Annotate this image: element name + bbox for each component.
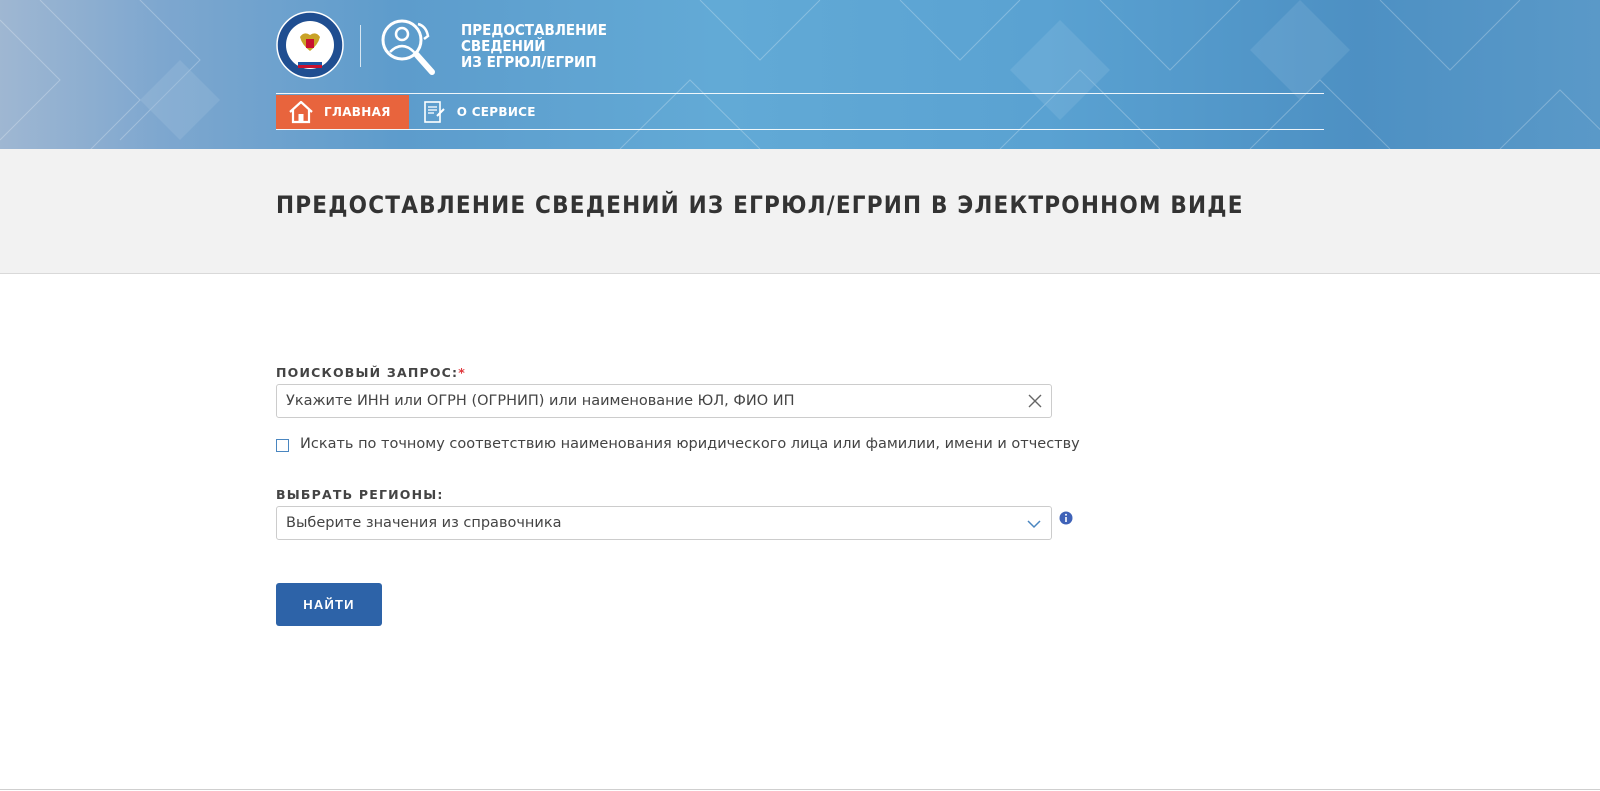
brand-line-2: СВЕДЕНИЙ bbox=[461, 37, 546, 55]
nav-top-divider bbox=[276, 93, 1324, 94]
search-input-placeholder: Укажите ИНН или ОГРН (ОГРНИП) или наимен… bbox=[286, 393, 795, 409]
home-icon bbox=[289, 100, 313, 124]
chevron-down-icon bbox=[1027, 520, 1041, 529]
nav-item-home-label: ГЛАВНАЯ bbox=[324, 105, 391, 119]
page-bottom-divider bbox=[0, 789, 1600, 790]
brand-line-1: ПРЕДОСТАВЛЕНИЕ bbox=[461, 21, 607, 39]
main-nav: ГЛАВНАЯ О СЕРВИСЕ bbox=[276, 95, 554, 129]
service-magnifier-logo[interactable] bbox=[378, 16, 438, 76]
nav-bottom-divider bbox=[276, 129, 1324, 130]
nav-item-about[interactable]: О СЕРВИСЕ bbox=[409, 95, 554, 129]
service-brand-title: ПРЕДОСТАВЛЕНИЕ СВЕДЕНИЙ ИЗ ЕГРЮЛ/ЕГРИП bbox=[461, 22, 607, 70]
page-title-bar: ПРЕДОСТАВЛЕНИЕ СВЕДЕНИЙ ИЗ ЕГРЮЛ/ЕГРИП В… bbox=[0, 149, 1600, 274]
brand-line-3: ИЗ ЕГРЮЛ/ЕГРИП bbox=[461, 53, 597, 71]
site-header: ПРЕДОСТАВЛЕНИЕ СВЕДЕНИЙ ИЗ ЕГРЮЛ/ЕГРИП Г… bbox=[0, 0, 1600, 149]
page-title: ПРЕДОСТАВЛЕНИЕ СВЕДЕНИЙ ИЗ ЕГРЮЛ/ЕГРИП В… bbox=[276, 191, 1244, 219]
regions-select-placeholder: Выберите значения из справочника bbox=[286, 515, 562, 531]
header-pattern bbox=[0, 0, 1600, 149]
regions-select[interactable]: Выберите значения из справочника bbox=[276, 506, 1052, 540]
search-submit-button[interactable]: НАЙТИ bbox=[276, 583, 382, 626]
exact-match-label[interactable]: Искать по точному соответствию наименова… bbox=[300, 436, 1080, 452]
document-icon bbox=[423, 101, 445, 123]
regions-label: ВЫБРАТЬ РЕГИОНЫ: bbox=[276, 487, 444, 502]
fns-emblem-logo[interactable] bbox=[276, 11, 344, 79]
search-query-label-text: ПОИСКОВЫЙ ЗАПРОС: bbox=[276, 365, 459, 380]
search-query-label: ПОИСКОВЫЙ ЗАПРОС:* bbox=[276, 365, 466, 380]
required-mark: * bbox=[458, 365, 466, 380]
nav-item-home[interactable]: ГЛАВНАЯ bbox=[276, 95, 409, 129]
info-icon[interactable] bbox=[1059, 511, 1073, 525]
search-input[interactable]: Укажите ИНН или ОГРН (ОГРНИП) или наимен… bbox=[276, 384, 1052, 418]
exact-match-checkbox[interactable] bbox=[276, 439, 289, 452]
nav-item-about-label: О СЕРВИСЕ bbox=[456, 105, 536, 119]
logo-separator bbox=[360, 25, 361, 67]
clear-icon[interactable] bbox=[1027, 393, 1043, 409]
